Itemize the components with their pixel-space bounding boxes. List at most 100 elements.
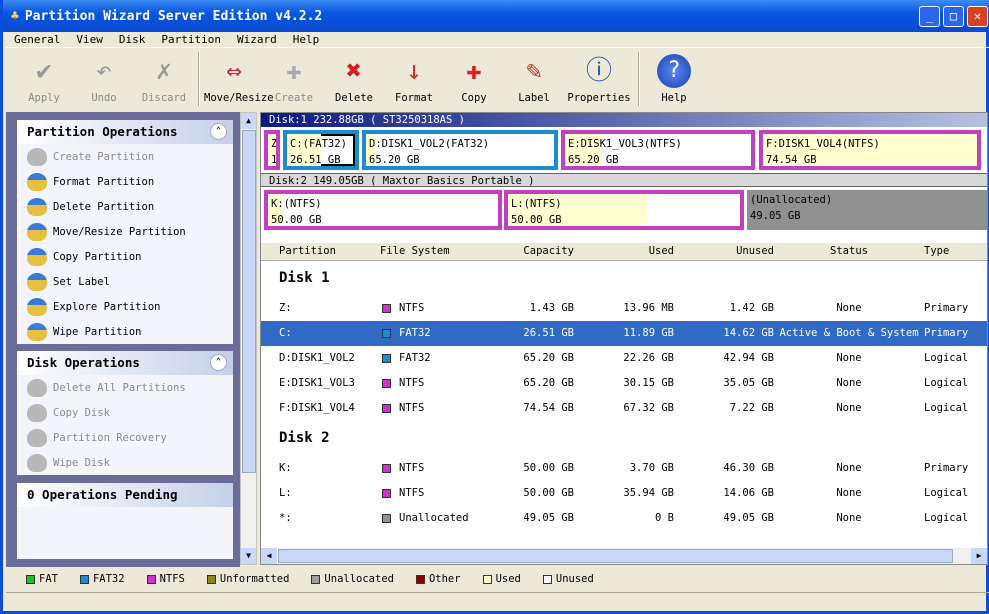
column-header-capacity[interactable]: Capacity: [523, 245, 574, 257]
minimize-button[interactable]: _: [919, 6, 940, 27]
table-row[interactable]: C: FAT32 26.51 GB 11.89 GB 14.62 GB Active & …: [261, 321, 987, 346]
column-header-partition[interactable]: Partition: [279, 245, 336, 257]
op-set-label[interactable]: Set Label: [17, 269, 233, 294]
partition-block[interactable]: F:DISK1_VOL4(NTFS) 74.54 GB: [759, 130, 981, 170]
column-header-unused[interactable]: Unused: [736, 245, 774, 257]
help-button[interactable]: ? Help: [644, 50, 704, 104]
table-header: Partition File System Capacity Used Unused St…: [261, 243, 987, 261]
discard-button[interactable]: ✗ Discard: [134, 50, 194, 104]
partition-name: F:DISK1_VOL4(NTFS): [766, 138, 880, 150]
format-button[interactable]: ↓ Format: [384, 50, 444, 104]
legend-swatch: [482, 574, 492, 584]
horizontal-scrollbar[interactable]: ◀ ▶: [261, 548, 987, 564]
menu-disk[interactable]: Disk: [111, 32, 154, 47]
column-header-type[interactable]: Type: [924, 245, 949, 257]
copy-button[interactable]: ✚ Copy: [444, 50, 504, 104]
column-header-file-system[interactable]: File System: [380, 245, 450, 257]
op-format-partition[interactable]: Format Partition: [17, 169, 233, 194]
scroll-thumb[interactable]: [242, 130, 256, 473]
move-resize-button[interactable]: ⇔ Move/Resize: [204, 50, 274, 104]
menu-wizard[interactable]: Wizard: [229, 32, 285, 47]
legend-label: Other: [428, 573, 461, 585]
wipe-disk-icon: [27, 453, 47, 472]
cell: Z:: [279, 302, 292, 314]
op-label: Explore Partition: [53, 300, 161, 313]
op-delete-all-partitions[interactable]: Delete All Partitions: [17, 375, 233, 400]
delete-button[interactable]: ✖ Delete: [324, 50, 384, 104]
scroll-up-icon[interactable]: ▲: [241, 113, 256, 129]
disk2-header[interactable]: Disk:2 149.05GB ( Maxtor Basics Portable…: [261, 173, 987, 187]
window-title: Partition Wizard Server Edition v4.2.2: [24, 8, 323, 24]
column-header-status[interactable]: Status: [809, 245, 889, 257]
menu-general[interactable]: General: [6, 32, 68, 47]
partition-block[interactable]: K:(NTFS) 50.00 GB: [264, 190, 502, 230]
cell: 50.00 GB: [523, 462, 574, 474]
legend-label: Unallocated: [324, 573, 394, 585]
op-label: Create Partition: [53, 150, 155, 163]
create-button[interactable]: ✚ Create: [264, 50, 324, 104]
op-copy-partition[interactable]: Copy Partition: [17, 244, 233, 269]
cell: Unallocated: [399, 512, 469, 524]
menu-help[interactable]: Help: [285, 32, 328, 47]
table-row[interactable]: D:DISK1_VOL2 FAT32 65.20 GB 22.26 GB 42.94 G…: [261, 346, 987, 371]
partition-recovery-icon: [27, 428, 47, 447]
table-row[interactable]: *: Unallocated 49.05 GB 0 B 49.05 GB None Logi…: [261, 506, 987, 531]
left-scrollbar[interactable]: ▲ ▼: [240, 112, 257, 565]
cell: 67.32 GB: [623, 402, 674, 414]
op-create-partition[interactable]: Create Partition: [17, 144, 233, 169]
collapse-icon[interactable]: ⌃: [210, 354, 227, 371]
collapse-icon[interactable]: ⌃: [210, 123, 227, 140]
partition-block[interactable]: L:(NTFS) 50.00 GB: [504, 190, 744, 230]
partition-block[interactable]: Z1: [264, 130, 280, 170]
partition-name: C:(FAT32): [290, 138, 347, 150]
menu-partition[interactable]: Partition: [153, 32, 229, 47]
legend-item: NTFS: [146, 573, 185, 585]
table-row[interactable]: L: NTFS 50.00 GB 35.94 GB 14.06 GB None Logica…: [261, 481, 987, 506]
close-button[interactable]: ✕: [967, 6, 988, 27]
partition-block[interactable]: C:(FAT32) 26.51 GB: [283, 130, 359, 170]
scroll-thumb[interactable]: [278, 549, 953, 563]
cell: 65.20 GB: [523, 377, 574, 389]
button-label: Format: [395, 92, 433, 104]
partition-size: 65.20 GB: [369, 154, 420, 166]
op-label: Move/Resize Partition: [53, 225, 186, 238]
table-row[interactable]: E:DISK1_VOL3 NTFS 65.20 GB 30.15 GB 35.05 GB…: [261, 371, 987, 396]
scroll-left-icon[interactable]: ◀: [261, 548, 277, 564]
op-label: Copy Partition: [53, 250, 142, 263]
column-header-used[interactable]: Used: [649, 245, 674, 257]
op-move-resize-partition[interactable]: Move/Resize Partition: [17, 219, 233, 244]
fs-color-swatch: [382, 404, 391, 413]
partition-block[interactable]: D:DISK1_VOL2(FAT32) 65.20 GB: [362, 130, 558, 170]
properties-button[interactable]: ⓘ Properties: [564, 50, 634, 104]
cell: Logical: [924, 352, 969, 364]
table-row[interactable]: K: NTFS 50.00 GB 3.70 GB 46.30 GB None Primary: [261, 456, 987, 481]
scroll-right-icon[interactable]: ▶: [971, 548, 987, 564]
cell: Primary: [924, 462, 969, 474]
menu-view[interactable]: View: [68, 32, 111, 47]
op-wipe-disk[interactable]: Wipe Disk: [17, 450, 233, 475]
partition-block[interactable]: (Unallocated) 49.05 GB: [747, 190, 987, 230]
legend-swatch: [206, 574, 216, 584]
apply-button[interactable]: ✔ Apply: [14, 50, 74, 104]
op-label: Wipe Partition: [53, 325, 142, 338]
scroll-down-icon[interactable]: ▼: [241, 548, 256, 564]
op-copy-disk[interactable]: Copy Disk: [17, 400, 233, 425]
op-wipe-partition[interactable]: Wipe Partition: [17, 319, 233, 344]
button-label: Delete: [335, 92, 373, 104]
explore-partition-icon: [27, 297, 47, 316]
table-row[interactable]: F:DISK1_VOL4 NTFS 74.54 GB 67.32 GB 7.22 GB N…: [261, 396, 987, 421]
op-delete-partition[interactable]: Delete Partition: [17, 194, 233, 219]
undo-button[interactable]: ↶ Undo: [74, 50, 134, 104]
partition-block[interactable]: E:DISK1_VOL3(NTFS) 65.20 GB: [561, 130, 755, 170]
partition-size: 1: [271, 152, 276, 166]
disk1-header[interactable]: Disk:1 232.88GB ( ST3250318AS ): [261, 113, 987, 127]
help-icon: ?: [657, 54, 691, 88]
op-explore-partition[interactable]: Explore Partition: [17, 294, 233, 319]
label-button[interactable]: ✎ Label: [504, 50, 564, 104]
maximize-button[interactable]: □: [943, 6, 964, 27]
app-icon: ♣: [11, 8, 19, 24]
status-bar: [6, 592, 989, 611]
table-row[interactable]: Z: NTFS 1.43 GB 13.96 MB 1.42 GB None Primary: [261, 296, 987, 321]
legend-label: FAT: [39, 573, 58, 585]
op-partition-recovery[interactable]: Partition Recovery: [17, 425, 233, 450]
